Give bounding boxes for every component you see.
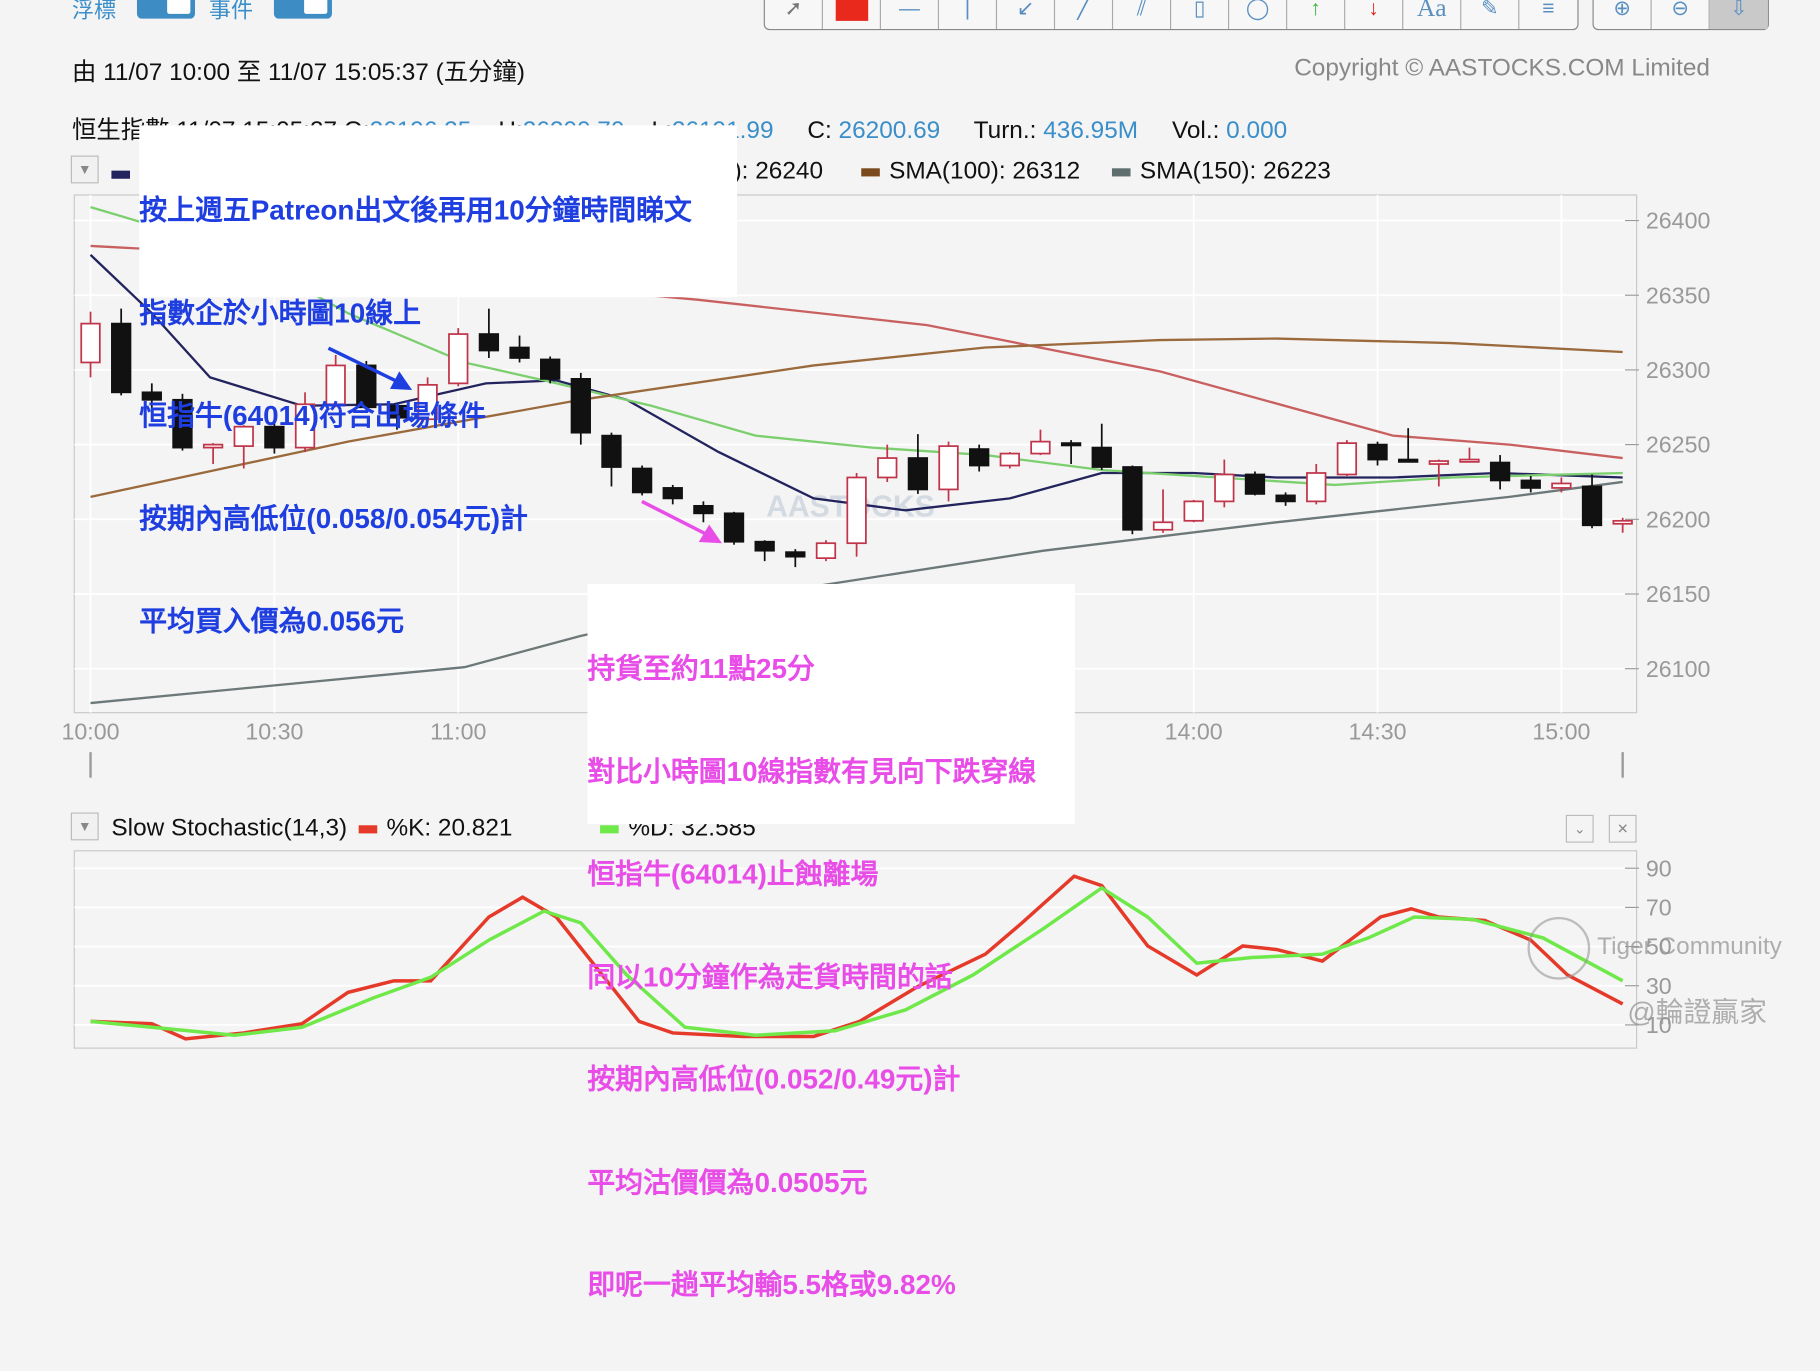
candle-body — [80, 322, 101, 364]
price-tick-label: 26400 — [1646, 208, 1711, 234]
time-tick-label: 15:00 — [1532, 718, 1590, 744]
candle-body — [907, 457, 929, 491]
pink-note-line: 對比小時圖10線指數有見向下跌穿線 — [587, 756, 1037, 788]
pink-note-line: 持貨至約11點25分 — [587, 653, 815, 685]
price-tick-label: 26100 — [1646, 656, 1711, 682]
time-tick-label: 11:00 — [430, 718, 486, 744]
pink-annotation: 持貨至約11點25分 對比小時圖10線指數有見向下跌穿線 恒指牛(64014)止… — [587, 583, 1075, 1301]
candle-body — [1091, 446, 1112, 468]
stoch-collapse-button[interactable]: ⌄ — [1565, 814, 1594, 843]
candle-body — [969, 448, 990, 467]
candle-body — [846, 476, 867, 545]
candle-body — [754, 540, 775, 552]
pink-note-line: 按期內高低位(0.052/0.49元)計 — [587, 1064, 961, 1096]
tiger-logo-icon — [1527, 916, 1591, 980]
candle-body — [1581, 485, 1603, 527]
stoch-tick-label: 70 — [1646, 895, 1672, 921]
blue-annotation: 按上週五Patreon出文後再用10分鐘時間睇文 指數企於小時圖10線上 恒指牛… — [139, 125, 738, 637]
candle-body — [1489, 461, 1511, 482]
pink-note-line: 平均沽價價為0.0505元 — [587, 1167, 868, 1199]
candle-body — [1183, 500, 1204, 522]
stoch-title: Slow Stochastic(14,3) — [111, 814, 348, 842]
time-tick-label: 14:30 — [1348, 718, 1406, 744]
candle-body — [1152, 521, 1174, 531]
stoch-dropdown[interactable]: ▼ — [70, 812, 99, 841]
candle-body — [938, 445, 959, 491]
time-tick-label: 14:00 — [1165, 718, 1223, 744]
pink-note-line: 即呢一趟平均輸5.5格或9.82% — [587, 1269, 956, 1302]
blue-note-line: 指數企於小時圖10線上 — [139, 297, 421, 330]
candle-body — [1459, 458, 1480, 463]
candle-body — [1428, 460, 1449, 465]
candle-body — [1306, 472, 1327, 503]
price-tick-label: 26300 — [1646, 357, 1711, 383]
candle-body — [1122, 466, 1143, 531]
candle-body — [1244, 473, 1266, 495]
time-tick-label: 10:30 — [245, 718, 303, 744]
candle-body — [815, 542, 837, 560]
stoch-close-button[interactable]: ✕ — [1608, 814, 1637, 843]
candle-body — [877, 457, 898, 479]
candle-body — [1398, 458, 1419, 463]
price-tick-label: 26250 — [1646, 432, 1711, 458]
candle-body — [1520, 479, 1541, 489]
blue-note-line: 按上週五Patreon出文後再用10分鐘時間睇文 — [139, 194, 692, 227]
price-tick-label: 26200 — [1646, 506, 1711, 532]
stoch-tick-label: 90 — [1646, 855, 1672, 881]
candle-body — [1275, 494, 1296, 503]
candle-body — [1551, 482, 1572, 489]
candle-body — [1214, 473, 1235, 503]
price-tick-label: 26150 — [1646, 581, 1711, 607]
watermark-tiger: Tiger Community — [1597, 933, 1782, 960]
candle-body — [1030, 440, 1051, 455]
price-tick-label: 26350 — [1646, 282, 1711, 308]
candle-body — [999, 452, 1020, 467]
pink-note-line: 同以10分鐘作為走貨時間的話 — [587, 961, 953, 993]
chart-page: 浮標 事件 ➚ — | ↙ ╱ ⫽ ▯ ◯ ↑ ↓ Aa ✎ ≡ ⊕ ⊖ ⇩ 由… — [0, 0, 1820, 1301]
blue-note-line: 按期內高低位(0.058/0.054元)計 — [139, 503, 528, 535]
pink-note-line: 恒指牛(64014)止蝕離場 — [587, 858, 879, 891]
candle-body — [1612, 519, 1633, 525]
time-tick-label: 10:00 — [61, 718, 119, 744]
candle-body — [111, 322, 132, 394]
candle-body — [1060, 442, 1082, 447]
blue-note-line: 恒指牛(64014)符合出場條件 — [139, 400, 487, 432]
candle-body — [1336, 442, 1358, 476]
watermark-handle: @輪證贏家 — [1627, 997, 1768, 1029]
candle-body — [785, 551, 806, 558]
stoch-k-label: %K: 20.821 — [386, 814, 513, 842]
candle-body — [1367, 443, 1388, 461]
